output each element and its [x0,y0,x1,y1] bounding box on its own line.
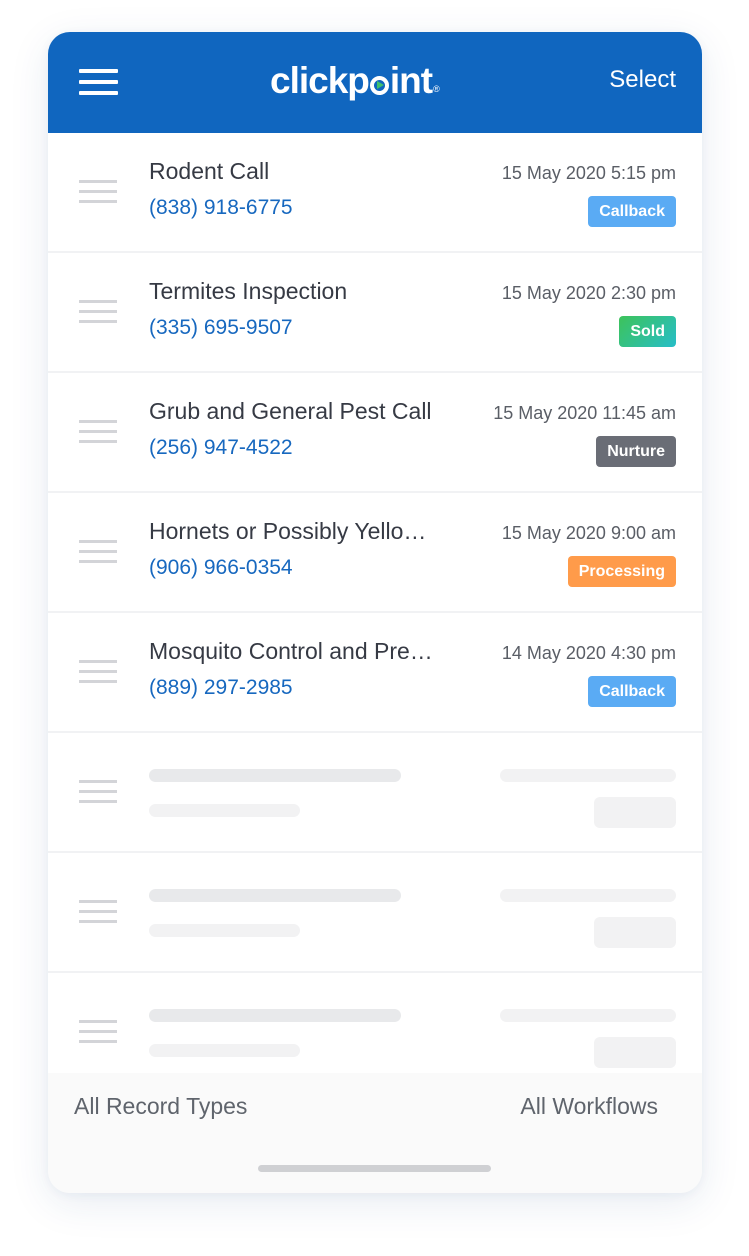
record-phone-link[interactable]: (889) 297-2985 [149,676,293,700]
record-date: 15 May 2020 5:15 pm [501,163,676,183]
record-phone-link[interactable]: (335) 695-9507 [149,316,293,340]
skeleton-subtitle [149,924,300,937]
record-title: Rodent Call [149,158,270,184]
skeleton-title [149,889,401,902]
skeleton-badge [594,797,676,828]
workflows-filter[interactable]: All Workflows [520,1093,658,1120]
record-list: Rodent Call (838) 918-6775 15 May 2020 5… [48,133,702,1093]
skeleton-subtitle [149,1044,300,1057]
record-title: Grub and General Pest Call [149,398,432,424]
logo-text-end: int [389,60,433,101]
record-title: Termites Inspection [149,278,348,304]
record-date: 15 May 2020 2:30 pm [501,283,676,303]
drag-handle-icon[interactable] [79,660,117,684]
drag-handle-icon[interactable] [79,180,117,204]
record-phone-link[interactable]: (906) 966-0354 [149,556,293,580]
drag-handle-icon[interactable] [79,300,117,324]
record-date: 14 May 2020 4:30 pm [501,643,676,663]
hamburger-menu-icon[interactable] [79,69,118,95]
clickpoint-logo: clickp int ® [270,56,440,106]
record-date: 15 May 2020 9:00 am [501,523,676,543]
record-date: 15 May 2020 11:45 am [493,403,676,423]
status-badge: Callback [588,196,676,227]
drag-handle-icon [79,780,117,804]
status-badge: Sold [619,316,676,347]
loading-placeholder-row [48,733,702,853]
record-title: Hornets or Possibly Yello… [149,518,427,544]
skeleton-date [500,889,676,902]
skeleton-subtitle [149,804,300,817]
filter-bar: All Record Types All Workflows [48,1073,702,1193]
skeleton-badge [594,917,676,948]
select-button[interactable]: Select [609,66,676,94]
record-row[interactable]: Hornets or Possibly Yello… (906) 966-035… [48,493,702,613]
drag-handle-icon [79,1020,117,1044]
registered-mark: ® [433,84,440,94]
skeleton-title [149,1009,401,1022]
record-phone-link[interactable]: (838) 918-6775 [149,196,293,220]
app-header: clickp int ® Select [48,32,702,133]
drag-handle-icon[interactable] [79,420,117,444]
skeleton-title [149,769,401,782]
loading-placeholder-row [48,853,702,973]
record-title: Mosquito Control and Pre… [149,638,433,664]
skeleton-date [500,1009,676,1022]
skeleton-badge [594,1037,676,1068]
drag-handle-icon [79,900,117,924]
record-row[interactable]: Mosquito Control and Pre… (889) 297-2985… [48,613,702,733]
record-row[interactable]: Termites Inspection (335) 695-9507 15 Ma… [48,253,702,373]
record-row[interactable]: Grub and General Pest Call (256) 947-452… [48,373,702,493]
status-badge: Processing [567,556,676,587]
skeleton-date [500,769,676,782]
record-row[interactable]: Rodent Call (838) 918-6775 15 May 2020 5… [48,133,702,253]
home-indicator[interactable] [258,1165,491,1172]
status-badge: Callback [588,676,676,707]
status-badge: Nurture [596,436,676,467]
record-types-filter[interactable]: All Record Types [74,1093,247,1120]
record-phone-link[interactable]: (256) 947-4522 [149,436,293,460]
logo-play-mark-icon [369,75,389,95]
phone-frame: clickp int ® Select Rodent Call (838) 918-… [48,32,702,1193]
drag-handle-icon[interactable] [79,540,117,564]
logo-text: clickp [270,60,370,101]
